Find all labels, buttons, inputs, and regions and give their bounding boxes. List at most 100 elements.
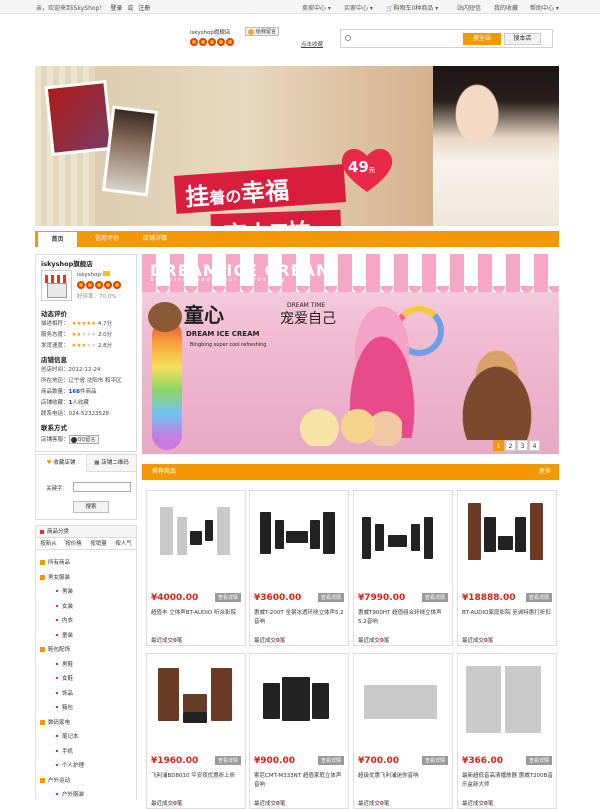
category-item[interactable]: 男女服装 <box>40 573 70 581</box>
subcategory-item[interactable]: 男鞋 <box>56 660 73 668</box>
slide-page-4[interactable]: 4 <box>529 440 540 451</box>
login-link[interactable]: 登录 <box>110 5 122 12</box>
product-title[interactable]: 惠威T900HT 超值组合环绕立体声5.2音响 <box>358 609 450 627</box>
awning-subtitle: Bingbing super cool refreshing <box>150 277 287 283</box>
subcategory-item[interactable]: 女装 <box>56 602 73 610</box>
product-title[interactable]: 索尼CMT-M333NT 超值家庭立体声音响 <box>254 772 346 790</box>
speaker-shape <box>374 523 385 551</box>
speaker-shape <box>465 665 502 733</box>
star-rating: ★★★★★ <box>71 331 97 338</box>
slide-page-1[interactable]: 1 <box>493 440 504 451</box>
customer-service: 店铺客服： QQ留言 <box>41 435 100 444</box>
speaker-shape <box>285 531 309 543</box>
slide-page-3[interactable]: 3 <box>517 440 528 451</box>
subcategory-item[interactable]: 童装 <box>56 631 73 639</box>
buyer-center-link[interactable]: 买家中心 ▾ <box>344 3 373 12</box>
product-card[interactable]: ¥4000.00 查看详情 超值丰 立体声BT-AUDIO 听众影院 最近成交0笔 <box>146 490 246 646</box>
product-card[interactable]: ¥18888.00 查看详情 BT-AUDIO家庭影院 至诚特惠打折扣 最近成交0笔 <box>457 490 557 646</box>
view-details-button[interactable]: 查看详情 <box>214 593 241 602</box>
recommend-title: 推荐商品 <box>152 468 177 475</box>
view-details-button[interactable]: 查看详情 <box>525 756 552 765</box>
product-image[interactable] <box>252 656 346 752</box>
product-image[interactable] <box>149 656 243 752</box>
subcategory-item[interactable]: 户外服装 <box>56 790 84 798</box>
subcategory-item[interactable]: 女鞋 <box>56 674 73 682</box>
subcategory-item[interactable]: 手机 <box>56 747 73 755</box>
product-card[interactable]: ¥900.00 查看详情 索尼CMT-M333NT 超值家庭立体声音响 最近成交0笔 <box>249 653 349 809</box>
help-center-link[interactable]: 帮助中心 ▾ <box>530 3 559 12</box>
subcategory-item[interactable]: 笔记本 <box>56 732 79 740</box>
teddy-bear-icon <box>148 302 182 332</box>
qq-message-button[interactable]: QQ留言 <box>68 435 100 444</box>
cart-link[interactable]: 🛒购物车0种商品 ▾ <box>386 3 438 12</box>
promo-slideshow[interactable]: DREAM ICE CREAM Bingbing super cool refr… <box>142 254 559 454</box>
search-all-button[interactable]: 搜全站 <box>463 33 501 45</box>
contact-title: 联系方式 <box>41 424 67 432</box>
favorites-link[interactable]: 我的收藏 <box>494 3 518 12</box>
product-card[interactable]: ¥3600.00 查看详情 惠威T-200T 全钢冰透环绕立体声5.2音响 最近成交0… <box>249 490 349 646</box>
product-title[interactable]: BT-AUDIO家庭影院 至诚特惠打折扣 <box>462 609 554 618</box>
product-image[interactable] <box>460 493 554 589</box>
product-price: ¥7990.00 <box>358 593 406 603</box>
view-details-button[interactable]: 查看详情 <box>317 756 344 765</box>
view-details-button[interactable]: 查看详情 <box>421 756 448 765</box>
product-image[interactable] <box>460 656 554 752</box>
category-item[interactable]: 鞋包配饰 <box>40 645 70 653</box>
banner-headline-1: 挂着の幸福 <box>184 176 291 212</box>
tab-collect-shop[interactable]: ♥ 收藏店铺 <box>36 455 86 472</box>
product-image[interactable] <box>252 493 346 589</box>
search-shop-button[interactable]: 搜本店 <box>504 33 541 45</box>
slide-pagination: 1234 <box>493 440 541 451</box>
category-item[interactable]: 户外运动 <box>40 776 70 784</box>
keyword-input[interactable] <box>73 482 131 492</box>
product-price: ¥3600.00 <box>254 593 302 603</box>
view-details-button[interactable]: 查看详情 <box>317 593 344 602</box>
category-item[interactable]: 数码家电 <box>40 718 70 726</box>
subcategory-item[interactable]: 个人护理 <box>56 761 84 769</box>
subcategory-item[interactable]: 男装 <box>56 587 73 595</box>
messages-link[interactable]: 站内短信 <box>457 3 481 12</box>
product-title[interactable]: 最新超低音高清播放器 惠威T200B音乐盒新大师 <box>462 772 554 790</box>
product-image[interactable] <box>356 656 450 752</box>
product-card[interactable]: ¥700.00 查看详情 超级优惠飞利浦迷你音响 最近成交0笔 <box>353 653 453 809</box>
slide-page-2[interactable]: 2 <box>505 440 516 451</box>
product-card[interactable]: ¥1960.00 查看详情 飞利浦BD8010 平安夜优惠折上折 最近成交0笔 <box>146 653 246 809</box>
more-link[interactable]: 更多 <box>539 464 551 480</box>
slide-dream-ice: DREAM ICE CREAM <box>186 330 260 338</box>
sort-popular[interactable]: 按人气 <box>111 538 136 550</box>
product-image[interactable] <box>356 493 450 589</box>
sort-new[interactable]: 按新从 <box>36 538 61 550</box>
sort-sales[interactable]: 按销量 <box>86 538 111 550</box>
register-link[interactable]: 注册 <box>138 5 150 12</box>
product-title[interactable]: 飞利浦BD8010 平安夜优惠折上折 <box>151 772 243 781</box>
product-card[interactable]: ¥7990.00 查看详情 惠威T900HT 超值组合环绕立体声5.2音响 最近成交0… <box>353 490 453 646</box>
product-title[interactable]: 超级优惠飞利浦迷你音响 <box>358 772 450 781</box>
tab-shop-qrcode[interactable]: ▦ 店铺二维码 <box>86 455 136 472</box>
view-details-button[interactable]: 查看详情 <box>214 756 241 765</box>
category-item[interactable]: 所有商品 <box>40 558 70 566</box>
product-title[interactable]: 超值丰 立体声BT-AUDIO 听众影院 <box>151 609 243 618</box>
collect-shop-link[interactable]: 点击收藏 <box>301 40 323 48</box>
speaker-shape <box>259 512 271 555</box>
sort-price[interactable]: 按价格 <box>61 538 86 550</box>
tab-home[interactable]: 首页 <box>37 231 78 247</box>
product-image[interactable] <box>149 493 243 589</box>
tab-credit[interactable]: 信用评价 <box>85 231 129 247</box>
tab-shop-details[interactable]: 店铺详情 <box>135 231 175 247</box>
search-input[interactable] <box>355 33 459 44</box>
subcategory-item[interactable]: 饰品 <box>56 689 73 697</box>
product-card[interactable]: ¥366.00 查看详情 最新超低音高清播放器 惠威T200B音乐盒新大师 最近成交0… <box>457 653 557 809</box>
speaker-shape <box>177 517 187 556</box>
subcategory-item[interactable]: 内衣 <box>56 616 73 624</box>
shop-search-button[interactable]: 搜索 <box>73 501 109 513</box>
speaker-shape <box>310 519 320 549</box>
shop-banner[interactable]: 挂着の幸福 恋上T恤 49元 <box>35 66 559 226</box>
speaker-shape <box>216 507 230 556</box>
slide-logo-sub: 宠爱自己 <box>280 311 336 327</box>
view-details-button[interactable]: 查看详情 <box>525 593 552 602</box>
leave-message-button[interactable]: 给我留言 <box>245 27 279 36</box>
seller-center-link[interactable]: 卖家中心 ▾ <box>302 3 331 12</box>
view-details-button[interactable]: 查看详情 <box>421 593 448 602</box>
product-title[interactable]: 惠威T-200T 全钢冰透环绕立体声5.2音响 <box>254 609 346 627</box>
subcategory-item[interactable]: 箱包 <box>56 703 73 711</box>
